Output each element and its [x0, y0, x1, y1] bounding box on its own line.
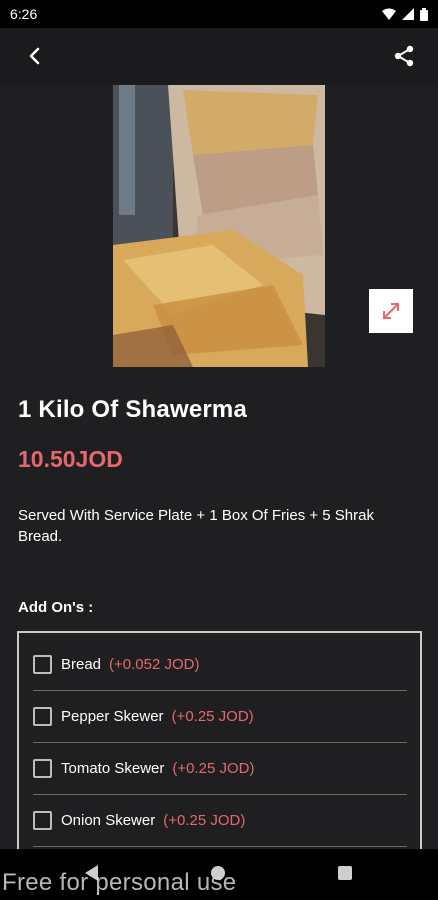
addon-price: (+0.25 JOD): [172, 760, 255, 777]
expand-image-button[interactable]: [369, 289, 413, 333]
addon-name: Pepper Skewer: [61, 708, 164, 725]
back-arrow-icon: [29, 47, 40, 65]
addon-name: Bread: [61, 656, 102, 673]
product-title: 1 Kilo Of Shawerma: [18, 396, 247, 423]
addons-list: Bread (+0.052 JOD) Pepper Skewer (+0.25 …: [17, 631, 422, 871]
share-icon: [394, 45, 414, 67]
status-icons: [382, 7, 428, 21]
addons-label: Add On's :: [18, 599, 94, 616]
addon-price: (+0.25 JOD): [163, 812, 246, 829]
nav-recents-icon[interactable]: [338, 866, 352, 880]
status-bar: 6:26: [0, 0, 438, 28]
checkbox[interactable]: [33, 811, 52, 830]
addon-item-bread[interactable]: Bread (+0.052 JOD): [33, 639, 407, 691]
wifi-icon: [382, 8, 396, 20]
battery-icon: [420, 7, 428, 21]
back-button[interactable]: [14, 36, 54, 76]
addon-name: Onion Skewer: [61, 812, 156, 829]
checkbox[interactable]: [33, 759, 52, 778]
checkbox[interactable]: [33, 707, 52, 726]
watermark: Free for personal use: [2, 869, 237, 896]
status-time: 6:26: [10, 6, 38, 22]
app-bar: [0, 28, 438, 84]
signal-icon: [402, 8, 414, 20]
addon-item-pepper-skewer[interactable]: Pepper Skewer (+0.25 JOD): [33, 691, 407, 743]
shawerma-photo: [113, 85, 325, 367]
product-image: [113, 85, 325, 367]
expand-icon: [383, 303, 399, 319]
share-button[interactable]: [384, 36, 424, 76]
addon-price: (+0.25 JOD): [171, 708, 254, 725]
addon-item-tomato-skewer[interactable]: Tomato Skewer (+0.25 JOD): [33, 743, 407, 795]
product-description: Served With Service Plate + 1 Box Of Fri…: [18, 507, 374, 545]
product-price: 10.50JOD: [18, 446, 123, 472]
addon-item-onion-skewer[interactable]: Onion Skewer (+0.25 JOD): [33, 795, 407, 847]
addon-price: (+0.052 JOD): [109, 656, 200, 673]
checkbox[interactable]: [33, 655, 52, 674]
addon-name: Tomato Skewer: [61, 760, 165, 777]
